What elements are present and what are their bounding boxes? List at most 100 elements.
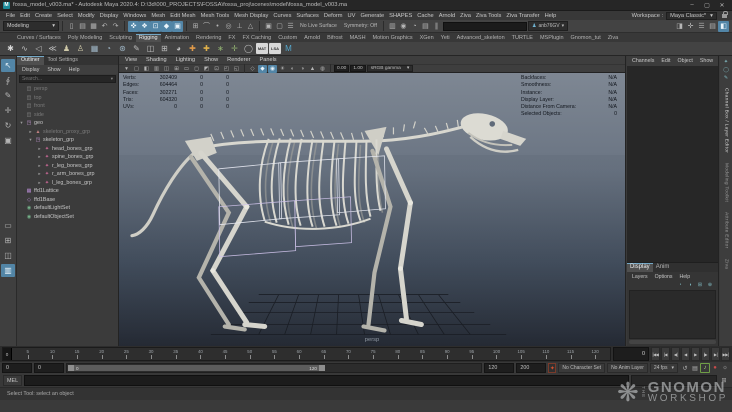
expand-icon[interactable]: ▾ — [28, 137, 33, 143]
open-scene-icon[interactable]: ▤ — [77, 21, 88, 32]
shelf-tab-5[interactable]: Rendering — [193, 34, 224, 42]
range-handle-left[interactable] — [68, 365, 74, 371]
new-layer-from-selected-icon[interactable]: ⊕ — [706, 282, 714, 289]
outliner-item-l_leg_bones_grp[interactable]: ▸ ✦ l_leg_bones_grp — [17, 179, 118, 188]
outliner-item-side[interactable]: ◫ side — [17, 111, 118, 120]
outliner-menu-2[interactable]: Help — [68, 67, 81, 73]
menu-item-13[interactable]: Deform — [323, 13, 344, 19]
humanik-icon[interactable]: ♙ — [74, 42, 87, 55]
chevron-down-icon[interactable]: ▾ — [111, 76, 115, 82]
notes-pencil-icon[interactable]: ✎ — [722, 74, 731, 81]
shelf-tab-18[interactable]: Gnomon_tut — [568, 34, 604, 42]
character-set-select[interactable]: ♟ anb76GV ▾ — [527, 21, 569, 31]
locator-icon[interactable]: ✛ — [228, 42, 241, 55]
search-input[interactable] — [20, 76, 111, 82]
wireframe-icon[interactable]: ◇ — [248, 65, 257, 73]
shelf-tab-9[interactable]: Arnold — [301, 34, 323, 42]
loop-playback-icon[interactable]: ↺ — [680, 363, 690, 373]
layer-editor-menu-1[interactable]: Options — [654, 274, 674, 280]
go-to-bind-pose-icon[interactable]: ⊛ — [116, 42, 129, 55]
quick-rig-icon[interactable]: ♟ — [60, 42, 73, 55]
maximize-button[interactable]: ▢ — [700, 1, 714, 10]
outliner-item-geo[interactable]: ▾ ◳ geo — [17, 119, 118, 128]
shelf-tab-17[interactable]: MSPlugin — [537, 34, 567, 42]
menu-item-19[interactable]: Ziva — [459, 13, 472, 19]
outliner-item-r_leg_bones_grp[interactable]: ▸ ✦ r_leg_bones_grp — [17, 162, 118, 171]
outliner-item-ffd1Base[interactable]: ◇ ffd1Base — [17, 196, 118, 205]
redo-icon[interactable]: ↷ — [110, 21, 121, 32]
step-forward-frame-button[interactable]: ▶| — [711, 347, 720, 361]
range-slider-track[interactable]: 0 120 — [66, 363, 483, 373]
lsa-shelf-button[interactable]: LSA — [269, 43, 281, 54]
menu-item-3[interactable]: Select — [56, 13, 74, 19]
viewport-menu-0[interactable]: View — [124, 57, 138, 63]
shelf-tab-16[interactable]: TURTLE — [509, 34, 536, 42]
blend-shape-icon[interactable]: ◕ — [172, 42, 185, 55]
close-button[interactable]: ✕ — [715, 1, 729, 10]
playback-end-field[interactable]: 120 — [484, 363, 515, 373]
select-mask-curve-icon[interactable]: ▣ — [172, 20, 183, 32]
textured-icon[interactable]: ◉ — [268, 64, 277, 73]
lock-camera-icon[interactable]: ▢ — [132, 65, 141, 73]
selection-input[interactable] — [442, 21, 527, 31]
mat-shelf-button[interactable]: MAT — [256, 43, 268, 54]
step-back-frame-button[interactable]: |◀ — [661, 347, 670, 361]
command-language-button[interactable]: MEL — [3, 375, 23, 386]
shelf-tab-8[interactable]: Custom — [275, 34, 300, 42]
sidebar-vertical-tab-3[interactable]: Ziva — [724, 259, 729, 269]
menu-item-8[interactable]: Edit Mesh — [169, 13, 196, 19]
control-circle-icon[interactable]: ◯ — [242, 42, 255, 55]
fps-select[interactable]: 24 fps ▾ — [649, 363, 678, 373]
clip-editor-icon[interactable]: ▤ — [690, 363, 700, 373]
layer-editor-menu-0[interactable]: Layers — [631, 274, 649, 280]
layout-four-pane[interactable]: ⊞ — [1, 234, 15, 247]
field-chart-icon[interactable]: ⊡ — [212, 65, 221, 73]
outliner-item-defaultObjectSet[interactable]: ◉ defaultObjectSet — [17, 213, 118, 222]
outliner-item-skeleton_grp[interactable]: ▾ ◳ skeleton_grp — [17, 136, 118, 145]
bookmark-icon[interactable]: ▥ — [152, 65, 161, 73]
go-to-start-button[interactable]: |◀◀ — [651, 347, 660, 361]
expand-icon[interactable]: ▸ — [37, 171, 42, 177]
view-transform-select[interactable]: sRGB gamma ▾ — [366, 65, 414, 72]
safe-title-icon[interactable]: ◱ — [232, 65, 241, 73]
menu-item-14[interactable]: UV — [347, 13, 357, 19]
toggle-outliner-icon[interactable]: ☰ — [696, 21, 707, 32]
step-back-key-button[interactable]: ◀| — [671, 347, 680, 361]
paint-skin-weights-icon[interactable]: ✎ — [130, 42, 143, 55]
menu-item-1[interactable]: Edit — [19, 13, 31, 19]
snap-curve-icon[interactable]: ⌒ — [201, 21, 212, 32]
camera-attributes-icon[interactable]: ◧ — [142, 65, 151, 73]
menu-item-4[interactable]: Modify — [77, 13, 96, 19]
minimize-button[interactable]: – — [685, 1, 699, 10]
new-scene-icon[interactable]: ▯ — [66, 21, 77, 32]
toggle-tool-settings-icon[interactable]: ✛ — [685, 21, 696, 32]
outliner-tab-0[interactable]: Outliner — [17, 56, 44, 65]
ipr-render-icon[interactable]: ◔ — [409, 21, 420, 32]
expand-icon[interactable]: ▾ — [19, 120, 24, 126]
view-grid-icon[interactable]: ⊞ — [172, 65, 181, 73]
menu-item-17[interactable]: Cache — [416, 13, 434, 19]
menu-item-7[interactable]: Mesh — [150, 13, 166, 19]
timeline[interactable]: 0 5 10 15 20 25 30 35 40 45 50 55 60 65 70 75 80 85 90 95 1… — [2, 347, 611, 361]
shelf-tab-14[interactable]: Yeti — [438, 34, 453, 42]
script-editor-icon[interactable]: ⊞ — [719, 376, 729, 386]
maya-m-shelf-icon[interactable]: M — [282, 42, 295, 55]
shelf-tab-19[interactable]: Ziva — [605, 34, 621, 42]
animation-end-field[interactable]: 200 — [516, 363, 547, 373]
bind-skin-icon[interactable]: ▦ — [88, 42, 101, 55]
construction-history-icon[interactable]: ☰ — [285, 21, 296, 32]
auto-keyframe-icon[interactable]: ● — [710, 363, 720, 373]
menu-item-2[interactable]: Create — [34, 13, 53, 19]
expand-icon[interactable]: ▸ — [37, 146, 42, 152]
select-mask-object-icon[interactable]: ❖ — [139, 20, 150, 32]
shelf-tab-0[interactable]: Curves / Surfaces — [14, 34, 64, 42]
shelf-tab-10[interactable]: Bifrost — [324, 34, 346, 42]
shelf-tab-1[interactable]: Poly Modeling — [65, 34, 106, 42]
lasso-select-tool[interactable]: ∮ — [1, 74, 15, 87]
menu-item-15[interactable]: Generate — [359, 13, 385, 19]
make-live-icon[interactable]: △ — [245, 21, 256, 32]
step-forward-key-button[interactable]: |▶ — [701, 347, 710, 361]
snap-projected-center-icon[interactable]: ◎ — [223, 21, 234, 32]
select-mask-mesh-icon[interactable]: ◆ — [161, 20, 172, 32]
outliner-item-spine_bones_grp[interactable]: ▸ ✦ spine_bones_grp — [17, 153, 118, 162]
